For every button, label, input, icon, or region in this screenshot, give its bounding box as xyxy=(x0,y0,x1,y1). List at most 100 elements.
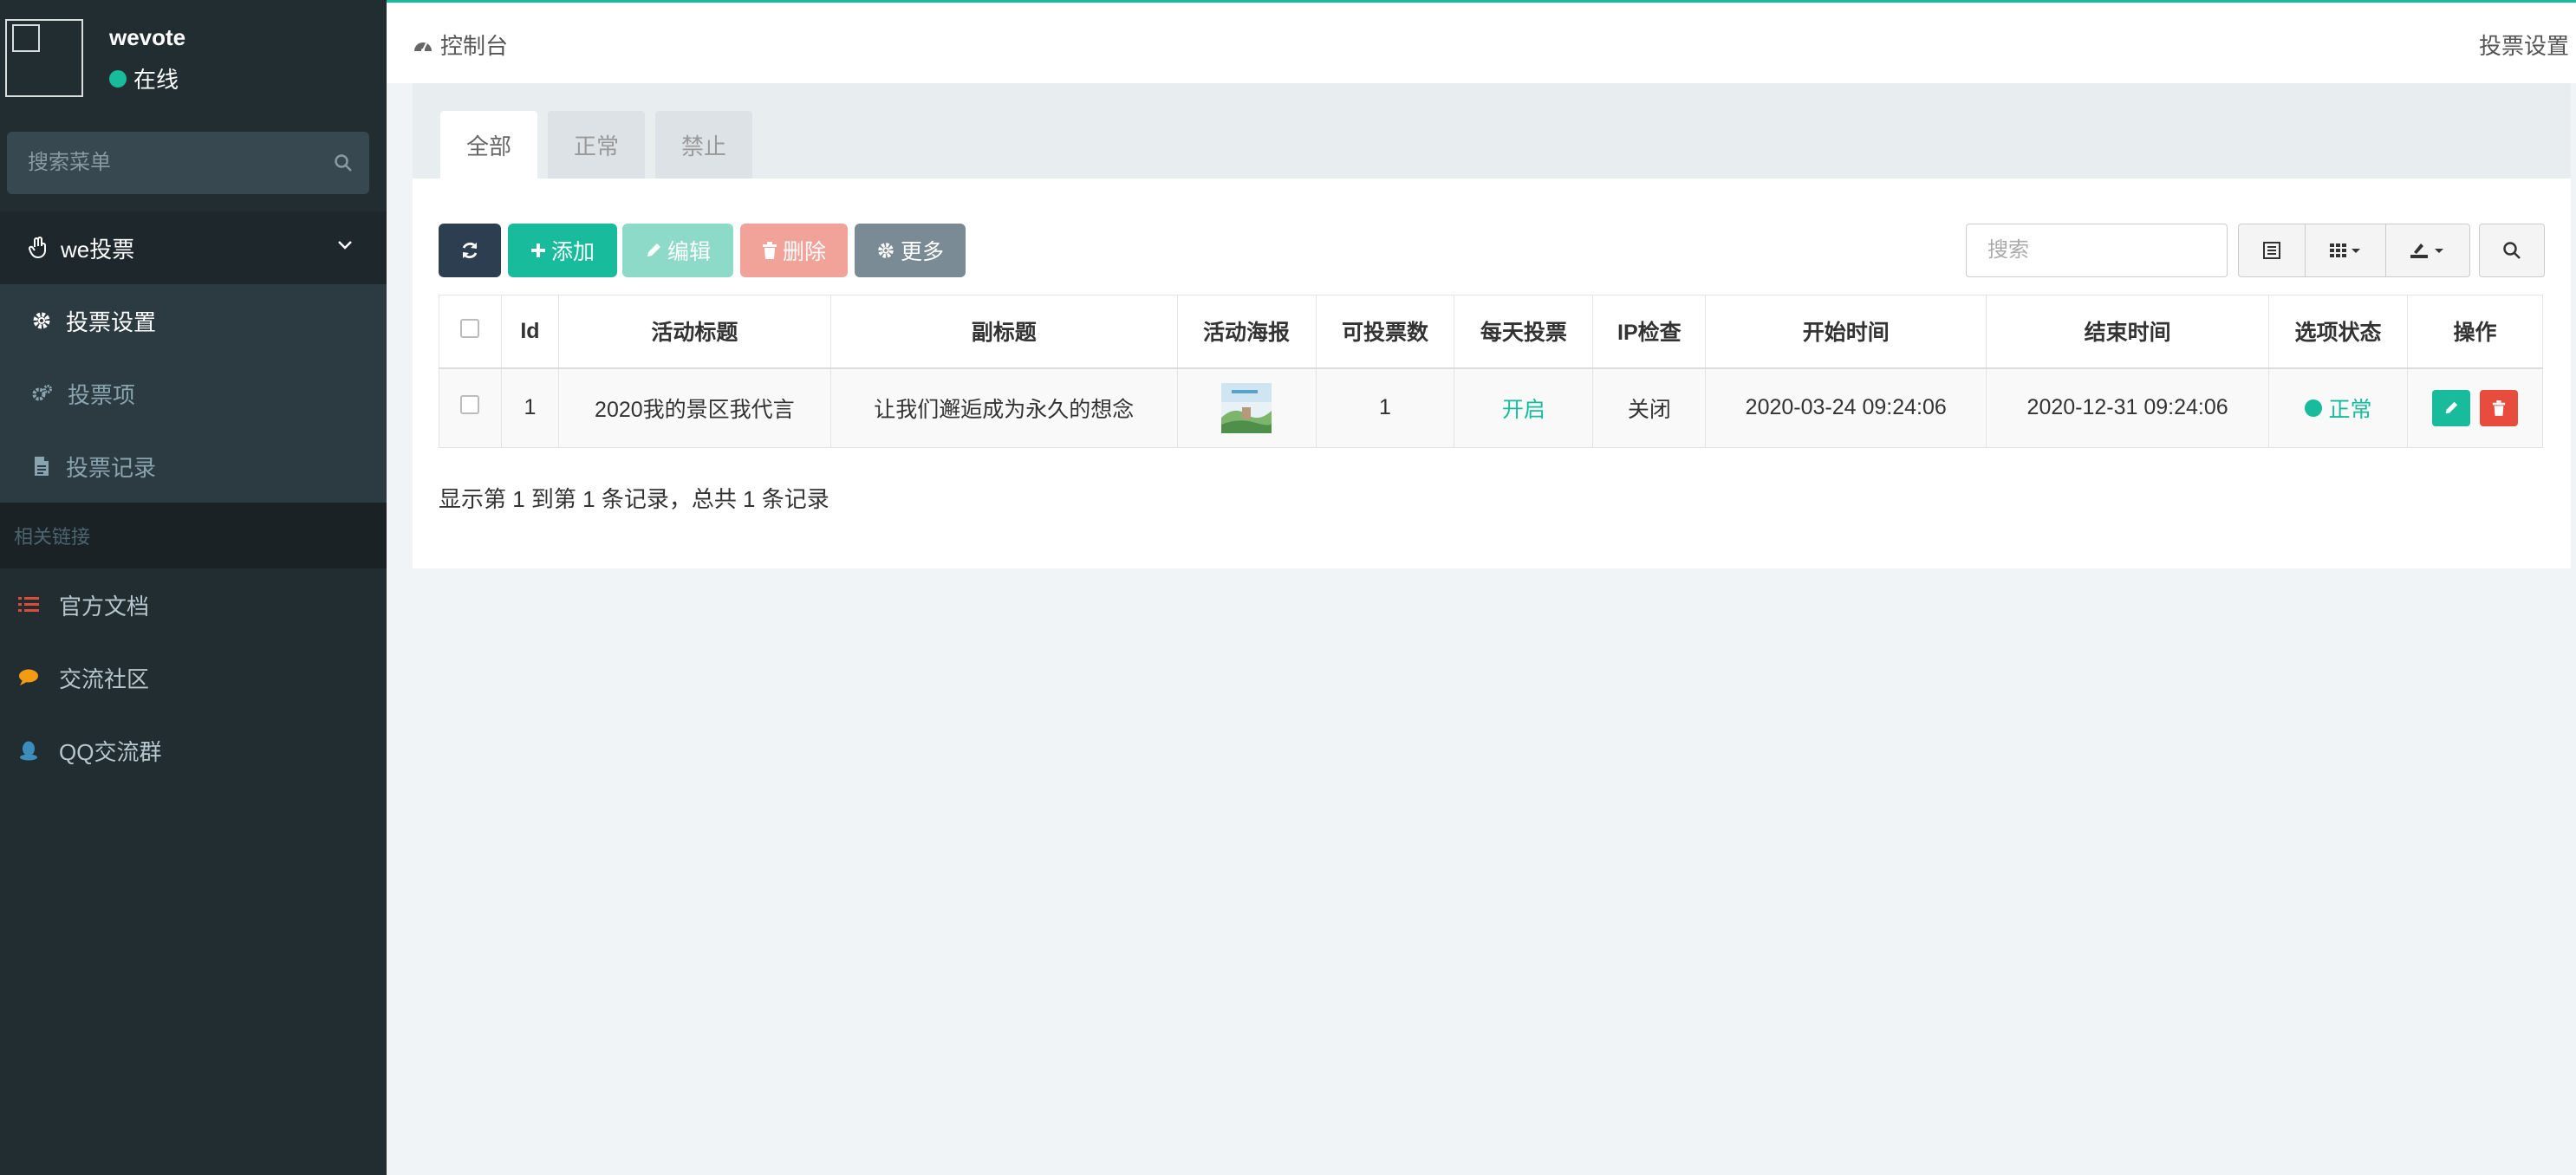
plus-icon xyxy=(530,243,545,257)
topbar: 控制台 投票设置 xyxy=(387,0,2576,83)
trash-icon xyxy=(2492,399,2506,416)
chevron-down-icon xyxy=(338,241,352,250)
sidebar-group-wevote[interactable]: we投票 xyxy=(0,211,387,284)
pencil-icon xyxy=(2445,401,2458,414)
delete-button-label: 删除 xyxy=(782,240,826,264)
sidebar-item-label: 投票记录 xyxy=(66,454,157,481)
avatar[interactable] xyxy=(5,19,83,97)
cell-title: 2020我的景区我代言 xyxy=(557,367,831,448)
search-icon[interactable] xyxy=(317,153,369,173)
cell-end-time: 2020-12-31 09:24:06 xyxy=(1986,367,2270,448)
cell-daily-vote[interactable]: 开启 xyxy=(1454,367,1594,448)
row-edit-button[interactable] xyxy=(2432,389,2471,426)
cell-poster xyxy=(1176,367,1317,448)
advanced-search-button[interactable] xyxy=(2479,224,2545,277)
user-status-label: 在线 xyxy=(133,67,179,93)
table-row[interactable]: 1 2020我的景区我代言 让我们邂逅成为永久的想念 1 开启 关闭 2020-… xyxy=(439,367,2543,448)
sidebar-item-vote-records[interactable]: 投票记录 xyxy=(0,430,387,503)
export-dropdown-button[interactable] xyxy=(2385,224,2470,277)
pencil-icon xyxy=(647,243,660,256)
cell-id: 1 xyxy=(500,367,559,448)
sidebar-link-label: QQ交流群 xyxy=(59,738,162,765)
sidebar-link-label: 官方文档 xyxy=(59,593,150,620)
sidebar-link-docs[interactable]: 官方文档 xyxy=(0,568,387,641)
hand-icon xyxy=(29,237,46,259)
breadcrumb-home[interactable]: 控制台 xyxy=(413,29,508,61)
dashboard-icon xyxy=(414,42,432,52)
user-panel: wevote 在线 xyxy=(0,0,387,113)
column-header[interactable]: 活动海报 xyxy=(1176,295,1317,369)
row-select-cell xyxy=(439,367,502,448)
gear-icon xyxy=(878,243,894,258)
sidebar-group-label: we投票 xyxy=(61,236,135,263)
gear-icon xyxy=(33,312,50,329)
delete-button[interactable]: 删除 xyxy=(740,224,848,277)
sidebar-link-community[interactable]: 交流社区 xyxy=(0,641,387,714)
sidebar-link-qq-group[interactable]: QQ交流群 xyxy=(0,714,387,787)
search-icon xyxy=(2503,242,2521,259)
column-header[interactable]: 副标题 xyxy=(829,295,1178,369)
status-dot-icon xyxy=(2304,399,2322,417)
more-button[interactable]: 更多 xyxy=(855,224,966,277)
sidebar-item-label: 投票设置 xyxy=(66,308,157,335)
table-search-input[interactable] xyxy=(1966,224,2228,277)
cell-subtitle: 让我们邂逅成为永久的想念 xyxy=(829,367,1178,448)
avatar-placeholder xyxy=(12,24,40,52)
tab-all[interactable]: 全部 xyxy=(440,111,537,179)
tab-bar: 全部 正常 禁止 xyxy=(413,83,2571,179)
cell-status: 正常 xyxy=(2268,367,2408,448)
list-icon xyxy=(18,597,39,612)
tab-disabled[interactable]: 禁止 xyxy=(655,111,752,179)
edit-button[interactable]: 编辑 xyxy=(622,224,733,277)
add-button-label: 添加 xyxy=(550,240,595,264)
column-header[interactable]: 结束时间 xyxy=(1986,295,2270,369)
toggle-view-button[interactable] xyxy=(2238,224,2306,277)
user-status: 在线 xyxy=(109,62,179,94)
vote-settings-table: Id 活动标题 副标题 活动海报 可投票数 每天投票 IP检查 开始时间 结束时… xyxy=(439,295,2543,448)
add-button[interactable]: 添加 xyxy=(508,224,617,277)
sidebar: wevote 在线 we投票 投票设置 投票项 xyxy=(0,0,387,1175)
comment-icon xyxy=(19,669,38,685)
columns-dropdown-button[interactable] xyxy=(2305,224,2386,277)
gears-icon xyxy=(32,385,52,401)
sidebar-item-vote-settings[interactable]: 投票设置 xyxy=(0,284,387,357)
column-header[interactable]: 活动标题 xyxy=(557,295,831,369)
qq-icon xyxy=(20,741,37,761)
tab-normal[interactable]: 正常 xyxy=(548,111,645,179)
sidebar-item-vote-options[interactable]: 投票项 xyxy=(0,357,387,430)
column-header[interactable]: 选项状态 xyxy=(2268,295,2408,369)
menu-header-links: 相关链接 xyxy=(0,503,387,568)
cell-ip-check: 关闭 xyxy=(1592,367,1707,448)
edit-button-label: 编辑 xyxy=(667,240,711,264)
more-button-label: 更多 xyxy=(900,240,944,264)
sidebar-menu: we投票 投票设置 投票项 投票记录 相关链接 官方文档 交流社区 QQ交流群 xyxy=(0,211,387,787)
grid-icon xyxy=(2330,243,2360,257)
poster-thumbnail[interactable] xyxy=(1221,382,1272,433)
column-header[interactable]: IP检查 xyxy=(1592,295,1707,369)
select-all-checkbox[interactable] xyxy=(460,318,480,338)
table-header-row: Id 活动标题 副标题 活动海报 可投票数 每天投票 IP检查 开始时间 结束时… xyxy=(439,295,2543,369)
cell-votes: 1 xyxy=(1315,367,1455,448)
submenu: 投票设置 投票项 投票记录 xyxy=(0,284,387,503)
status-badge: 正常 xyxy=(2304,393,2372,424)
refresh-button[interactable] xyxy=(439,224,501,277)
row-checkbox[interactable] xyxy=(460,395,480,415)
cell-actions xyxy=(2407,367,2543,448)
file-icon xyxy=(35,457,49,476)
column-header[interactable]: 每天投票 xyxy=(1454,295,1594,369)
column-header: 操作 xyxy=(2407,295,2543,369)
table-view-icon xyxy=(2263,242,2280,259)
column-header[interactable]: Id xyxy=(500,295,559,369)
row-delete-button[interactable] xyxy=(2479,389,2518,426)
export-icon xyxy=(2410,243,2443,258)
sidebar-link-label: 交流社区 xyxy=(59,665,150,692)
breadcrumb-home-label: 控制台 xyxy=(440,33,509,59)
column-header[interactable]: 可投票数 xyxy=(1315,295,1455,369)
cell-start-time: 2020-03-24 09:24:06 xyxy=(1705,367,1987,448)
trash-icon xyxy=(762,242,777,259)
menu-search-input[interactable] xyxy=(7,151,317,175)
refresh-icon xyxy=(462,242,478,259)
user-name: wevote xyxy=(109,24,186,50)
sidebar-item-label: 投票项 xyxy=(68,381,136,408)
column-header[interactable]: 开始时间 xyxy=(1705,295,1987,369)
